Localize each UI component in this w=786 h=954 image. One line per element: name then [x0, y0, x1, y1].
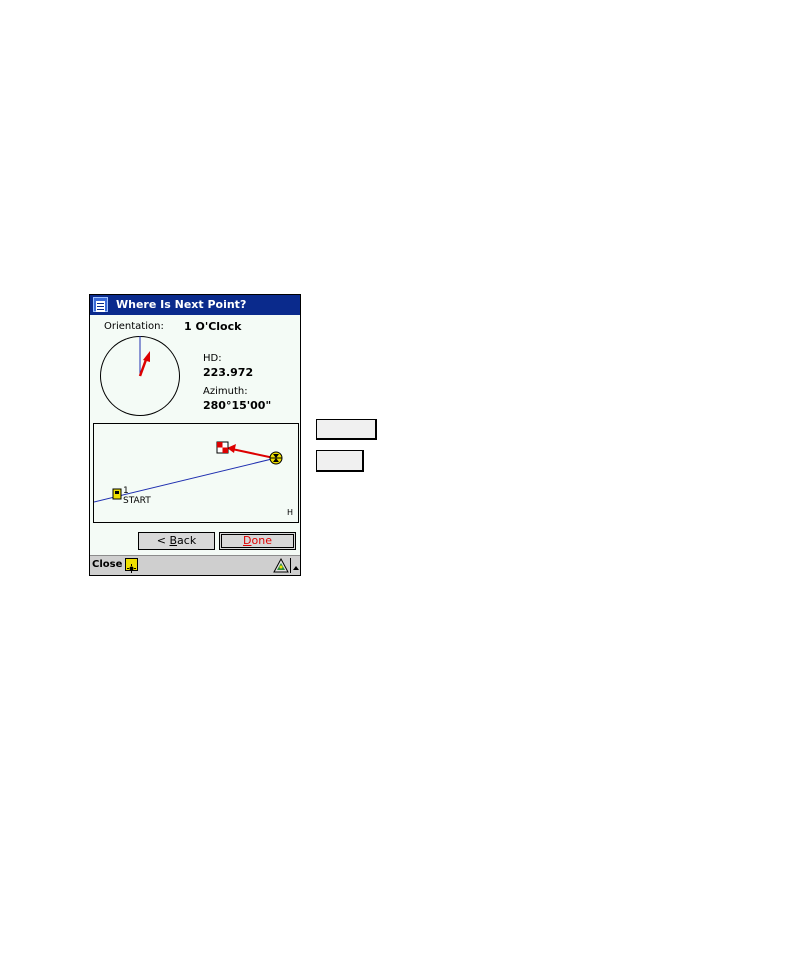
taskbar-divider: [290, 558, 291, 573]
azimuth-value: 280°15'00": [203, 399, 272, 412]
current-position-icon: [269, 451, 283, 465]
done-button-label: Done: [243, 534, 272, 547]
close-label[interactable]: Close: [92, 559, 122, 570]
start-point-icon: [112, 488, 122, 500]
menu-up-icon[interactable]: [292, 559, 300, 571]
start-label: START: [123, 496, 151, 506]
done-button[interactable]: Done: [219, 532, 296, 550]
sun-icon[interactable]: [125, 558, 138, 573]
start-number: 1: [123, 486, 129, 496]
app-icon[interactable]: [93, 297, 108, 312]
hd-value: 223.972: [203, 366, 254, 379]
taskbar: Close: [90, 555, 300, 575]
callout-button-1[interactable]: [316, 419, 377, 440]
azimuth-label: Azimuth:: [203, 386, 248, 397]
heading-arrow: [231, 448, 275, 459]
back-button[interactable]: < Back: [138, 532, 215, 550]
callout-button-2[interactable]: [316, 450, 364, 472]
app-window: Where Is Next Point? Orientation: 1 O'Cl…: [89, 294, 301, 576]
back-button-label: < Back: [156, 534, 197, 547]
sip-icon[interactable]: [273, 557, 289, 573]
window-title: Where Is Next Point?: [116, 298, 247, 311]
target-point-icon: [216, 441, 229, 454]
map-corner-label: H: [287, 508, 294, 517]
title-bar: Where Is Next Point?: [90, 295, 300, 315]
orientation-value: 1 O'Clock: [184, 320, 242, 333]
orientation-label: Orientation:: [104, 321, 164, 332]
map-panel[interactable]: 1 START H: [93, 423, 299, 523]
hd-label: HD:: [203, 353, 222, 364]
clock-dial: [100, 336, 180, 416]
